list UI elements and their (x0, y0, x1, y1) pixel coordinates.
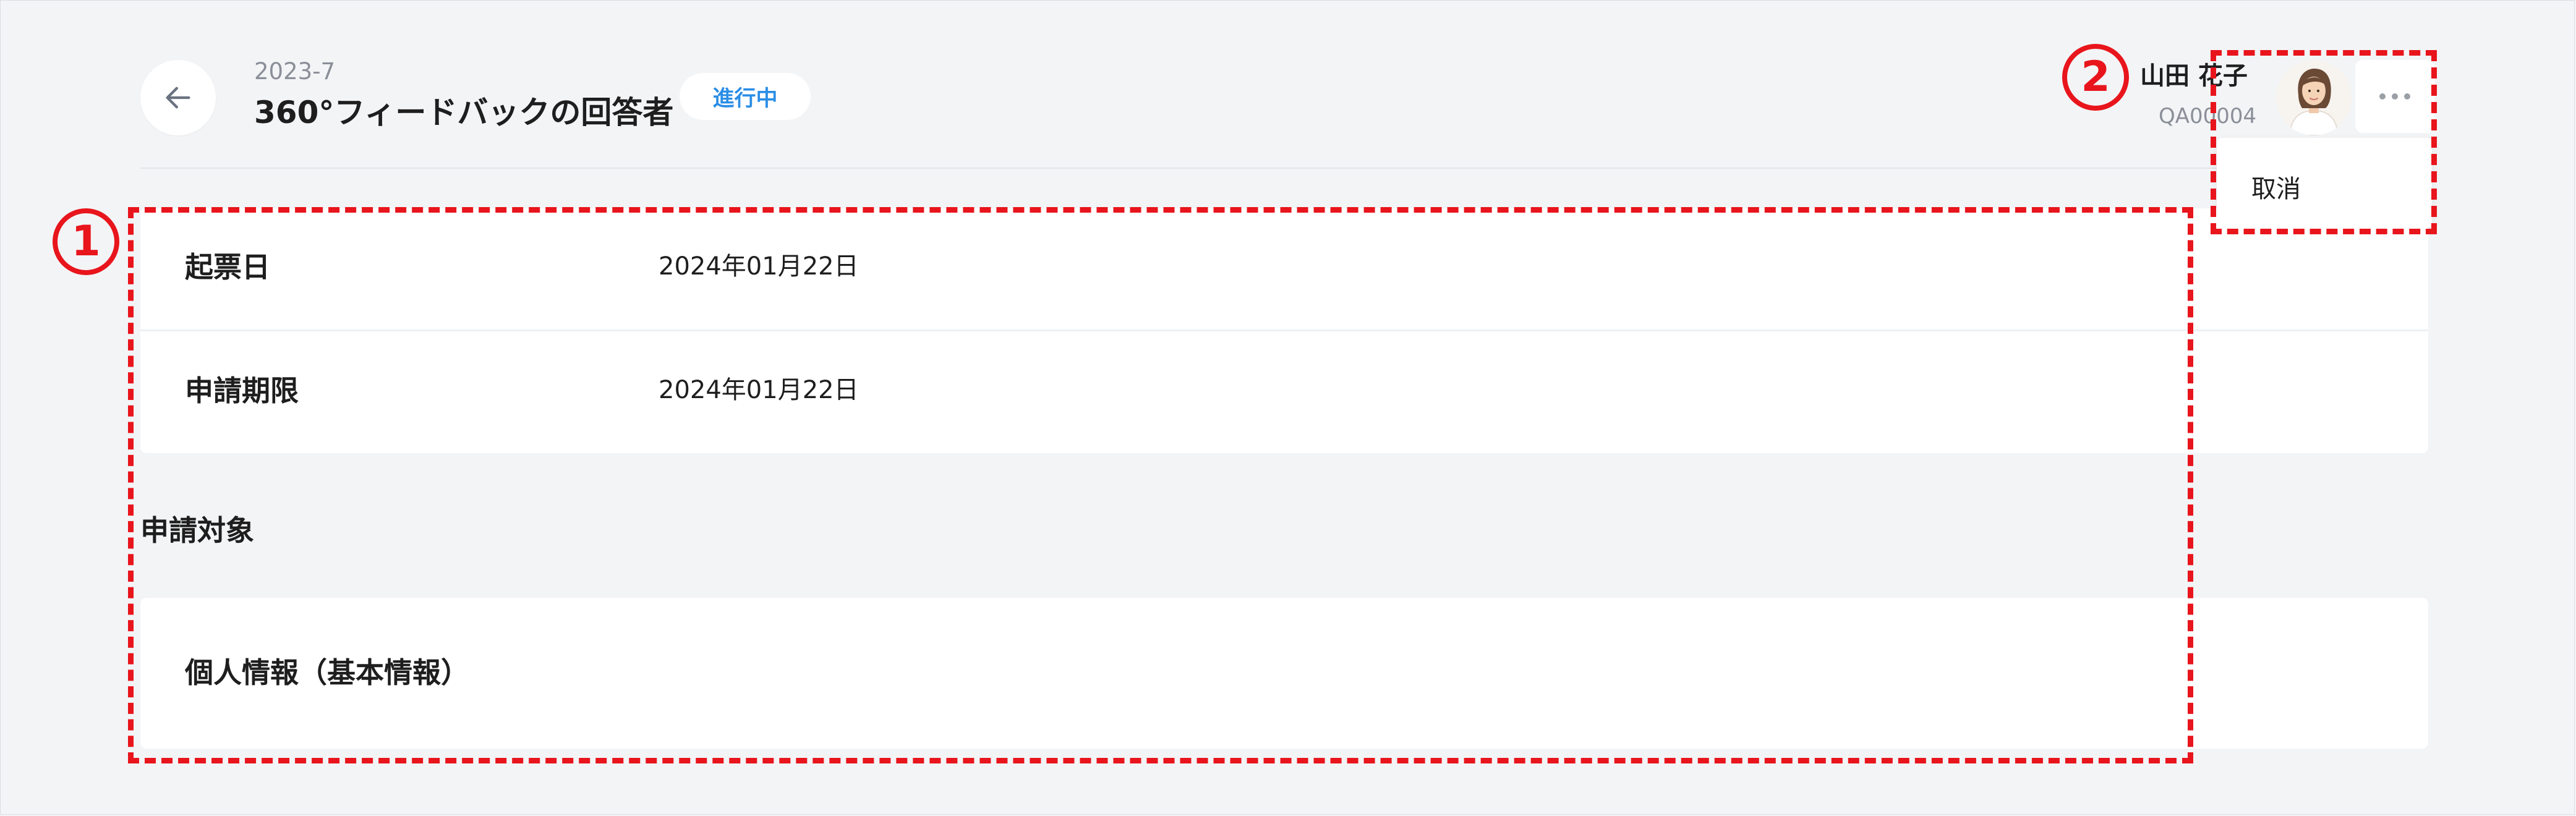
arrow-left-icon (166, 87, 190, 109)
annotation-marker-1: 1 (53, 208, 119, 275)
annotation-box-2 (2211, 50, 2437, 234)
annotation-marker-2: 2 (2062, 44, 2129, 111)
header-divider (140, 168, 2428, 169)
back-button[interactable] (140, 60, 216, 135)
annotation-box-1 (128, 207, 2193, 763)
page: 2023-7 360°フィードバックの回答者 進行中 山田 花子 QA00004… (0, 0, 2575, 815)
page-title: 360°フィードバックの回答者 (254, 95, 674, 130)
status-badge: 進行中 (680, 73, 811, 120)
request-id: 2023-7 (254, 58, 336, 85)
